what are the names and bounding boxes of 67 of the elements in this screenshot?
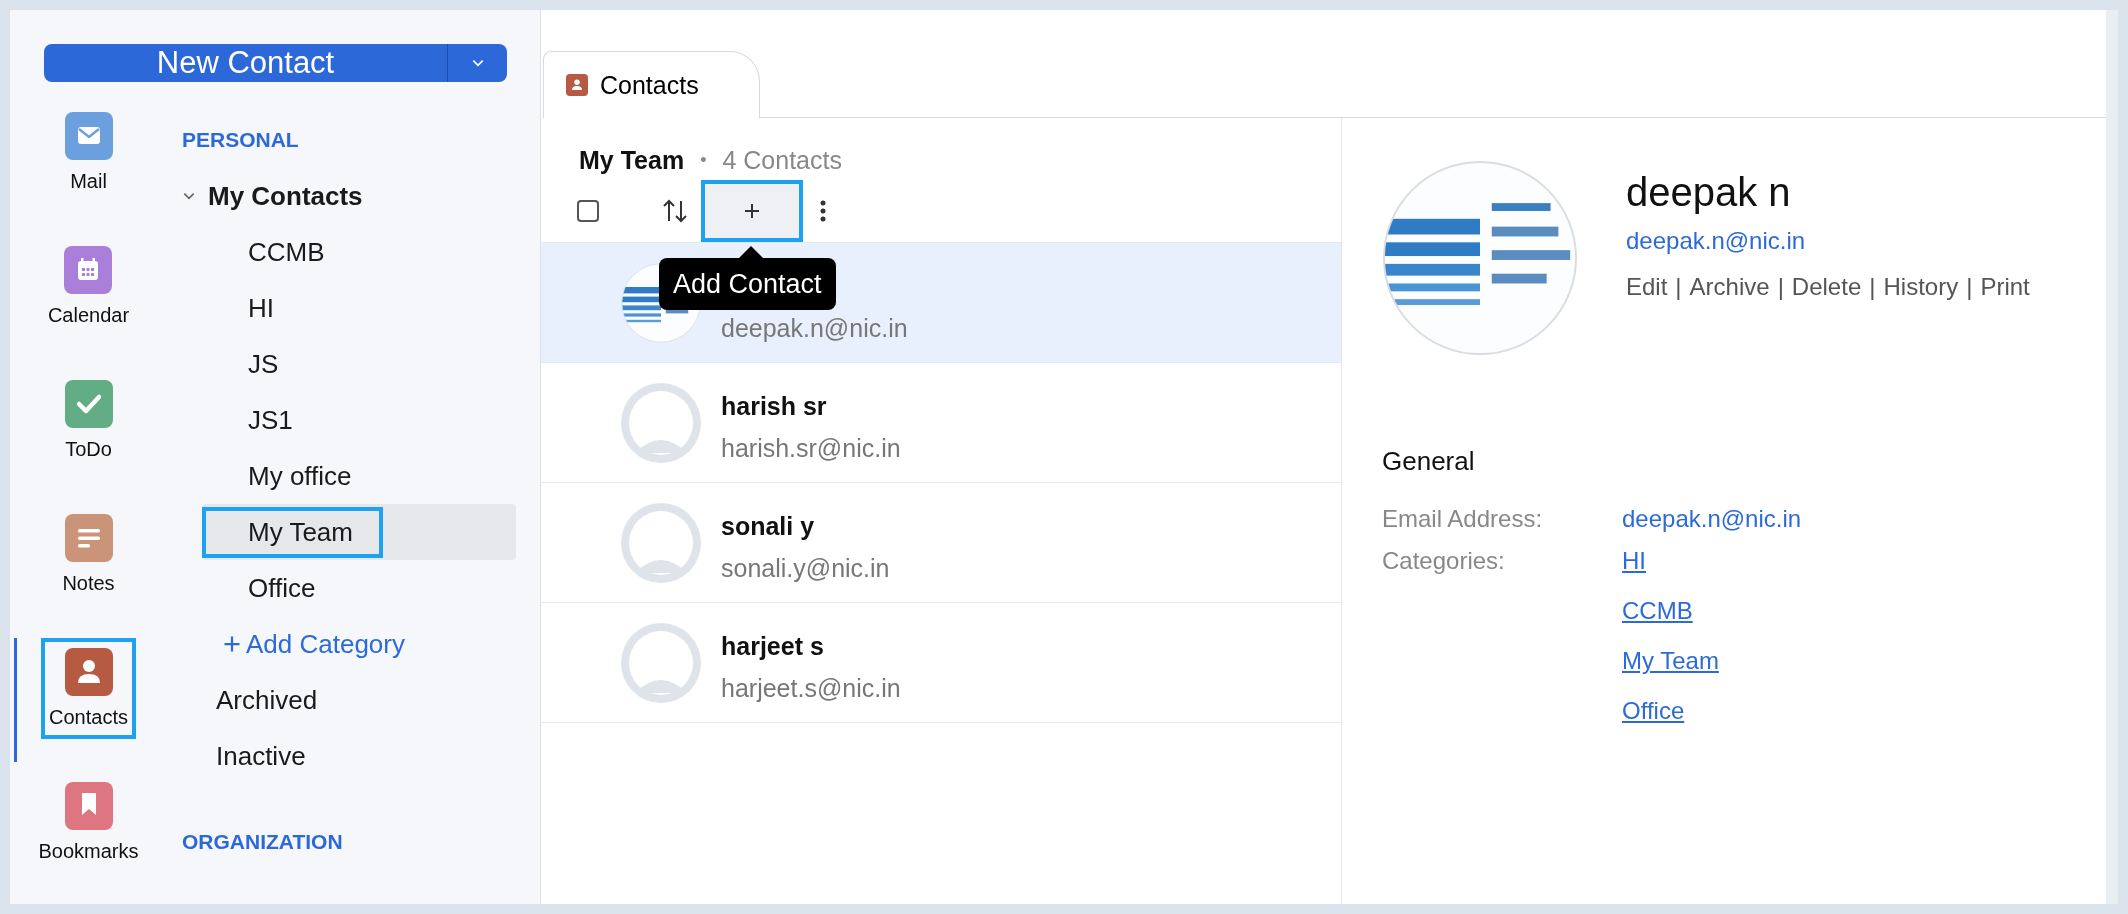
tooltip: Add Contact — [659, 258, 836, 310]
contact-email: deepak.n@nic.in — [721, 314, 908, 343]
calendar-icon — [64, 246, 113, 294]
sidebar-item[interactable]: HI — [202, 280, 516, 336]
person-icon — [64, 648, 113, 696]
bookmark-icon — [64, 782, 113, 830]
sidebar-item[interactable]: JS1 — [202, 392, 516, 448]
sidebar-item[interactable]: Inactive — [170, 728, 516, 784]
sidebar-item[interactable]: Office — [202, 560, 516, 616]
section-heading: ORGANIZATION — [181, 829, 344, 855]
section-heading: PERSONAL — [181, 127, 300, 153]
select-all-checkbox[interactable] — [577, 200, 599, 222]
sidebar-item[interactable]: CCMB — [202, 224, 516, 280]
contact-email: sonali.y@nic.in — [721, 554, 890, 583]
app-nav-item[interactable]: ToDo — [14, 370, 160, 494]
contact-email: harjeet.s@nic.in — [721, 674, 901, 703]
plus-icon — [222, 634, 242, 654]
contact-row[interactable]: sonali y sonali.y@nic.in — [541, 483, 1341, 603]
app-nav-item[interactable]: Bookmarks — [14, 772, 160, 896]
sidebar-item[interactable]: My Team — [202, 504, 516, 560]
email-link[interactable]: deepak.n@nic.in — [1626, 227, 2030, 255]
sidebar-item[interactable]: JS — [202, 336, 516, 392]
avatar-placeholder-icon — [621, 622, 701, 703]
sidebar-item[interactable]: My Contacts — [196, 168, 516, 224]
add-category-link[interactable]: Add Category — [210, 618, 417, 670]
app-nav-item[interactable]: Notes — [14, 504, 160, 628]
email-link[interactable]: deepak.n@nic.in — [1622, 505, 1802, 533]
notes-icon — [64, 514, 113, 562]
contact-name: sonali y — [721, 512, 816, 542]
section-title: General — [1382, 446, 1476, 477]
action-link[interactable]: History — [1883, 273, 1959, 301]
avatar-placeholder-icon — [621, 382, 701, 463]
separator: | — [1675, 273, 1682, 301]
contact-name: harjeet s — [721, 632, 825, 662]
separator: | — [1777, 273, 1784, 301]
category-link[interactable]: CCMB — [1622, 597, 1719, 625]
category-link[interactable]: Office — [1622, 697, 1719, 725]
action-link[interactable]: Edit — [1626, 273, 1668, 301]
contact-name: harish sr — [721, 392, 828, 422]
contact-row[interactable]: harjeet s harjeet.s@nic.in — [541, 603, 1341, 723]
contact-row[interactable]: harish sr harish.sr@nic.in — [541, 363, 1341, 483]
checkmark-icon — [64, 380, 113, 428]
plus-icon — [742, 201, 762, 221]
contact-email: harish.sr@nic.in — [721, 434, 901, 463]
mail-icon — [64, 112, 113, 160]
app-nav-item[interactable]: Calendar — [14, 236, 160, 360]
person-icon — [566, 74, 588, 96]
category-link[interactable]: My Team — [1622, 647, 1719, 675]
new-contact-button[interactable]: New Contact — [44, 44, 448, 82]
action-link[interactable]: Archive — [1689, 273, 1770, 301]
list-title: My Team — [579, 145, 685, 175]
tooltip-pointer — [739, 246, 763, 258]
category-link[interactable]: HI — [1622, 547, 1719, 575]
app-nav-item[interactable]: Mail — [14, 102, 160, 226]
separator: • — [700, 149, 707, 171]
field-label: Categories: — [1382, 547, 1506, 576]
tab[interactable]: Contacts — [543, 51, 760, 118]
separator: | — [1869, 273, 1876, 301]
action-link[interactable]: Print — [1980, 273, 2030, 301]
avatar-placeholder-icon — [621, 502, 701, 583]
contact-name: deepak n — [1626, 170, 1792, 215]
sidebar-item[interactable]: Archived — [170, 672, 516, 728]
sidebar-item[interactable]: My office — [202, 448, 516, 504]
action-link[interactable]: Delete — [1791, 273, 1862, 301]
contact-count: 4 Contacts — [722, 145, 842, 175]
field-label: Email Address: — [1382, 505, 1544, 533]
separator: | — [1966, 273, 1973, 301]
